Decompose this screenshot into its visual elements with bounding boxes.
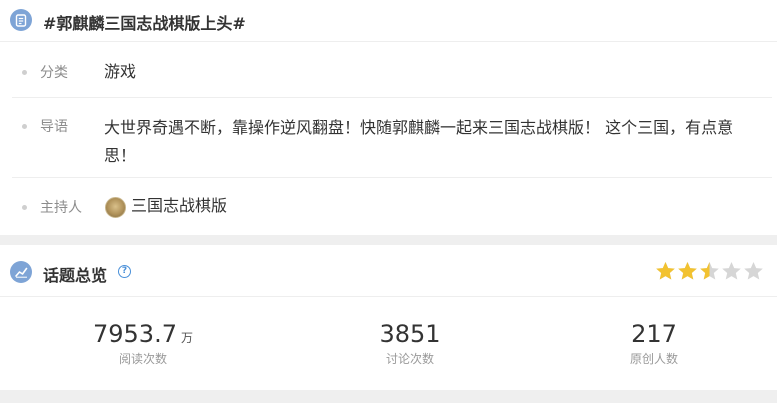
stat-value-line: 217 bbox=[599, 320, 709, 348]
stat-value-line: 7953.7 万 bbox=[88, 320, 198, 348]
intro-text: 大世界奇遇不断，靠操作逆风翻盘！快随郭麒麟一起来三国志战棋版！ 这个三国，有点意… bbox=[104, 118, 734, 165]
stat-label: 讨论次数 bbox=[385, 352, 434, 366]
overview-header: 话题总览 ? bbox=[0, 245, 777, 297]
star-filled-icon bbox=[656, 262, 675, 280]
host-name[interactable]: 三国志战棋版 bbox=[131, 192, 227, 220]
star-empty-icon bbox=[722, 262, 741, 280]
category-value[interactable]: 游戏 bbox=[104, 58, 136, 86]
topic-card: #郭麒麟三国志战棋版上头# 分类 游戏 导语 大世界奇遇不断，靠操作逆风翻盘！快… bbox=[0, 0, 777, 235]
avatar[interactable] bbox=[105, 197, 126, 218]
stat-discussion-count: 3851 讨论次数 bbox=[355, 320, 465, 367]
intro-row: 导语 大世界奇遇不断，靠操作逆风翻盘！快随郭麒麟一起来三国志战棋版！ 这个三国，… bbox=[12, 98, 772, 178]
bullet-dot bbox=[22, 205, 27, 210]
stat-label: 阅读次数 bbox=[118, 352, 167, 366]
star-half-icon bbox=[700, 262, 719, 280]
bullet-dot bbox=[22, 124, 27, 129]
stat-read-count: 7953.7 万 阅读次数 bbox=[88, 320, 198, 367]
topic-header: #郭麒麟三国志战棋版上头# bbox=[0, 0, 777, 42]
stat-value-line: 3851 bbox=[355, 320, 465, 348]
stat-label: 原创人数 bbox=[629, 352, 678, 366]
intro-label: 导语 bbox=[40, 119, 68, 135]
star-empty-icon bbox=[744, 262, 763, 280]
bullet-dot bbox=[22, 70, 27, 75]
overview-card: 话题总览 ? 7953.7 万 阅读次数 3851 讨论次数 217 原创人数 bbox=[0, 245, 777, 390]
topic-title[interactable]: #郭麒麟三国志战棋版上头# bbox=[43, 10, 246, 34]
stat-value: 3851 bbox=[379, 320, 441, 348]
star-filled-icon bbox=[678, 262, 697, 280]
stat-value: 7953.7 bbox=[93, 320, 177, 348]
chart-icon bbox=[10, 261, 32, 283]
category-row: 分类 游戏 bbox=[12, 48, 772, 98]
stat-unit: 万 bbox=[180, 331, 193, 345]
host-label: 主持人 bbox=[40, 200, 82, 216]
help-icon[interactable]: ? bbox=[118, 265, 131, 278]
stat-value: 217 bbox=[631, 320, 677, 348]
rating-stars bbox=[655, 261, 764, 281]
category-label: 分类 bbox=[40, 65, 68, 81]
stat-original-count: 217 原创人数 bbox=[599, 320, 709, 367]
overview-title: 话题总览 bbox=[43, 266, 108, 285]
host-row: 主持人 三国志战棋版 bbox=[12, 178, 772, 234]
document-icon bbox=[10, 9, 32, 31]
